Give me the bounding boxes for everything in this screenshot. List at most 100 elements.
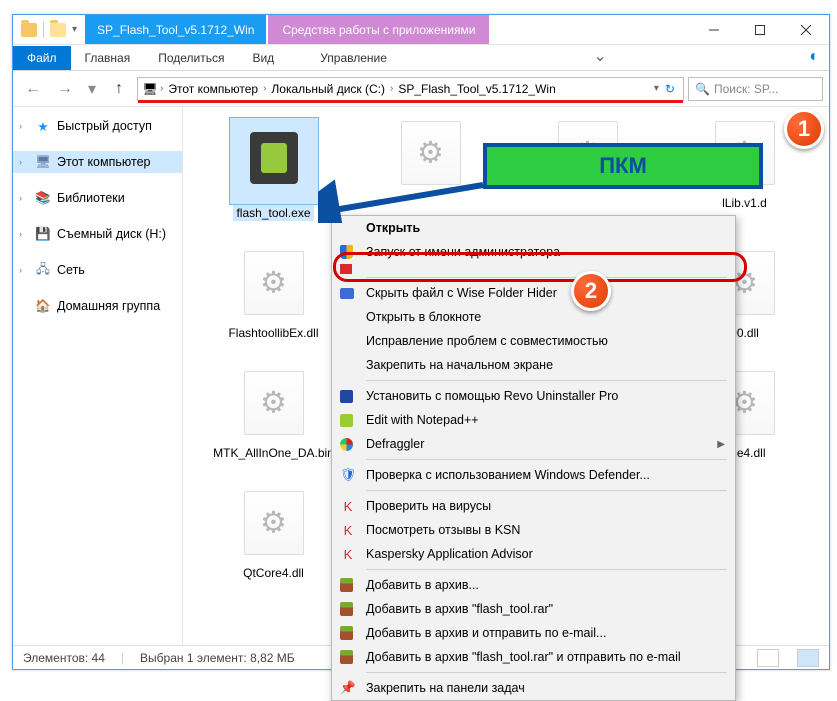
revo-icon	[340, 390, 353, 403]
app-icon	[340, 264, 352, 274]
search-input[interactable]: 🔍 Поиск: SP...	[688, 77, 823, 101]
breadcrumb-folder[interactable]: SP_Flash_Tool_v5.1712_Win	[395, 82, 558, 96]
annotation-arrow	[318, 163, 488, 223]
defender-icon: 🛡	[340, 467, 356, 483]
folder-icon	[21, 23, 37, 37]
network-icon: 🖧	[35, 262, 51, 278]
separator	[366, 459, 727, 460]
ctx-pin-taskbar[interactable]: 📌Закрепить на панели задач	[332, 676, 735, 700]
separator	[366, 672, 727, 673]
nav-sidebar: ›★Быстрый доступ ›🖥Этот компьютер ›📚Библ…	[13, 107, 183, 645]
ctx-open-notepad[interactable]: Открыть в блокноте	[332, 305, 735, 329]
ctx-run-as-admin[interactable]: Запуск от имени администратора	[332, 240, 735, 264]
sidebar-homegroup[interactable]: 🏠Домашняя группа	[13, 295, 182, 317]
file-item[interactable]: MTK_AllInOne_DA.bin	[201, 367, 346, 461]
chevron-right-icon[interactable]: ›	[263, 83, 266, 94]
chevron-right-icon[interactable]: ›	[160, 83, 163, 94]
kaspersky-icon: K	[340, 546, 356, 562]
ctx-scan-virus[interactable]: KПроверить на вирусы	[332, 494, 735, 518]
winrar-icon	[340, 602, 353, 616]
separator	[43, 22, 44, 38]
ribbon-tab-view[interactable]: Вид	[238, 46, 288, 70]
submenu-arrow-icon: ▶	[717, 439, 725, 450]
dll-icon	[244, 491, 304, 555]
winrar-icon	[340, 578, 353, 592]
separator	[366, 490, 727, 491]
ctx-kaspersky-advisor[interactable]: KKaspersky Application Advisor	[332, 542, 735, 566]
refresh-icon[interactable]: ↻	[661, 82, 679, 96]
view-details-button[interactable]	[757, 649, 779, 667]
ctx-ksn[interactable]: KПосмотреть отзывы в KSN	[332, 518, 735, 542]
contextual-tab-header: Средства работы с приложениями	[268, 15, 489, 44]
ribbon-tab-home[interactable]: Главная	[71, 46, 145, 70]
ctx-hidden-row[interactable]	[332, 264, 735, 274]
search-icon: 🔍	[695, 82, 710, 96]
ctx-hide-file[interactable]: Скрыть файл с Wise Folder Hider	[332, 281, 735, 305]
ctx-npp[interactable]: Edit with Notepad++	[332, 408, 735, 432]
nav-forward-button[interactable]: →	[51, 75, 79, 103]
file-item[interactable]: QtCore4.dll	[201, 487, 346, 581]
pc-icon: 🖥	[142, 81, 158, 97]
minimize-button[interactable]	[691, 15, 737, 44]
defraggler-icon	[340, 438, 353, 451]
address-dropdown-icon[interactable]: ▾	[654, 83, 659, 94]
ctx-archive-rar-email[interactable]: Добавить в архив "flash_tool.rar" и отпр…	[332, 645, 735, 669]
maximize-button[interactable]	[737, 15, 783, 44]
shield-icon	[340, 245, 353, 259]
kaspersky-icon: K	[340, 522, 356, 538]
ribbon-expand-icon[interactable]: ⌄	[583, 42, 616, 70]
library-icon: 📚	[35, 190, 51, 206]
ctx-revo[interactable]: Установить с помощью Revo Uninstaller Pr…	[332, 384, 735, 408]
ribbon-tab-manage[interactable]: Управление	[306, 46, 401, 70]
sidebar-removable[interactable]: ›💾Съемный диск (H:)	[13, 223, 182, 245]
titlebar-left: ▾	[13, 15, 85, 44]
notepadpp-icon	[340, 414, 353, 427]
ctx-archive-rar[interactable]: Добавить в архив "flash_tool.rar"	[332, 597, 735, 621]
file-item[interactable]: FlashtoollibEx.dll	[201, 247, 346, 341]
address-row: ← → ▾ ↑ 🖥 › Этот компьютер › Локальный д…	[13, 71, 829, 107]
winrar-icon	[340, 650, 353, 664]
separator	[366, 569, 727, 570]
ctx-pin-start[interactable]: Закрепить на начальном экране	[332, 353, 735, 377]
star-icon: ★	[35, 118, 51, 134]
ribbon-tab-share[interactable]: Поделиться	[144, 46, 238, 70]
view-icons-button[interactable]	[797, 649, 819, 667]
ctx-compat[interactable]: Исправление проблем с совместимостью	[332, 329, 735, 353]
sidebar-network[interactable]: ›🖧Сеть	[13, 259, 182, 281]
address-bar[interactable]: 🖥 › Этот компьютер › Локальный диск (C:)…	[137, 77, 684, 101]
sidebar-libraries[interactable]: ›📚Библиотеки	[13, 187, 182, 209]
file-label: flash_tool.exe	[233, 205, 313, 221]
breadcrumb-drive[interactable]: Локальный диск (C:)	[268, 82, 388, 96]
context-menu: Открыть Запуск от имени администратора С…	[331, 215, 736, 701]
explorer-window: ▾ SP_Flash_Tool_v5.1712_Win Средства раб…	[12, 14, 830, 670]
qat-dropdown-icon[interactable]: ▾	[72, 24, 77, 35]
titlebar: ▾ SP_Flash_Tool_v5.1712_Win Средства раб…	[13, 15, 829, 45]
separator	[366, 277, 727, 278]
sidebar-quick-access[interactable]: ›★Быстрый доступ	[13, 115, 182, 137]
annotation-label: ПКМ	[483, 143, 763, 189]
nav-back-button[interactable]: ←	[19, 75, 47, 103]
nav-up-button[interactable]: ↑	[105, 75, 133, 103]
sidebar-this-pc[interactable]: ›🖥Этот компьютер	[13, 151, 182, 173]
annotation-badge-1: 1	[784, 109, 824, 149]
status-item-count: Элементов: 44	[23, 651, 105, 665]
ribbon: Файл Главная Поделиться Вид Управление ⌄…	[13, 45, 829, 71]
ribbon-help-icon[interactable]: ◐	[799, 44, 829, 70]
ribbon-file-tab[interactable]: Файл	[13, 46, 71, 70]
ctx-defraggler[interactable]: Defraggler▶	[332, 432, 735, 456]
nav-history-dropdown[interactable]: ▾	[83, 75, 101, 103]
dll-icon	[244, 251, 304, 315]
kaspersky-icon: K	[340, 498, 356, 514]
window-title: SP_Flash_Tool_v5.1712_Win	[85, 15, 266, 44]
ctx-defender[interactable]: 🛡Проверка с использованием Windows Defen…	[332, 463, 735, 487]
folder-icon	[340, 288, 354, 299]
dll-icon	[244, 371, 304, 435]
ctx-archive[interactable]: Добавить в архив...	[332, 573, 735, 597]
ctx-archive-email[interactable]: Добавить в архив и отправить по e-mail..…	[332, 621, 735, 645]
close-button[interactable]	[783, 15, 829, 44]
separator	[366, 380, 727, 381]
chevron-right-icon[interactable]: ›	[390, 83, 393, 94]
exe-icon	[250, 132, 298, 184]
status-selection: Выбран 1 элемент: 8,82 МБ	[140, 651, 295, 665]
breadcrumb-pc[interactable]: Этот компьютер	[165, 82, 261, 96]
